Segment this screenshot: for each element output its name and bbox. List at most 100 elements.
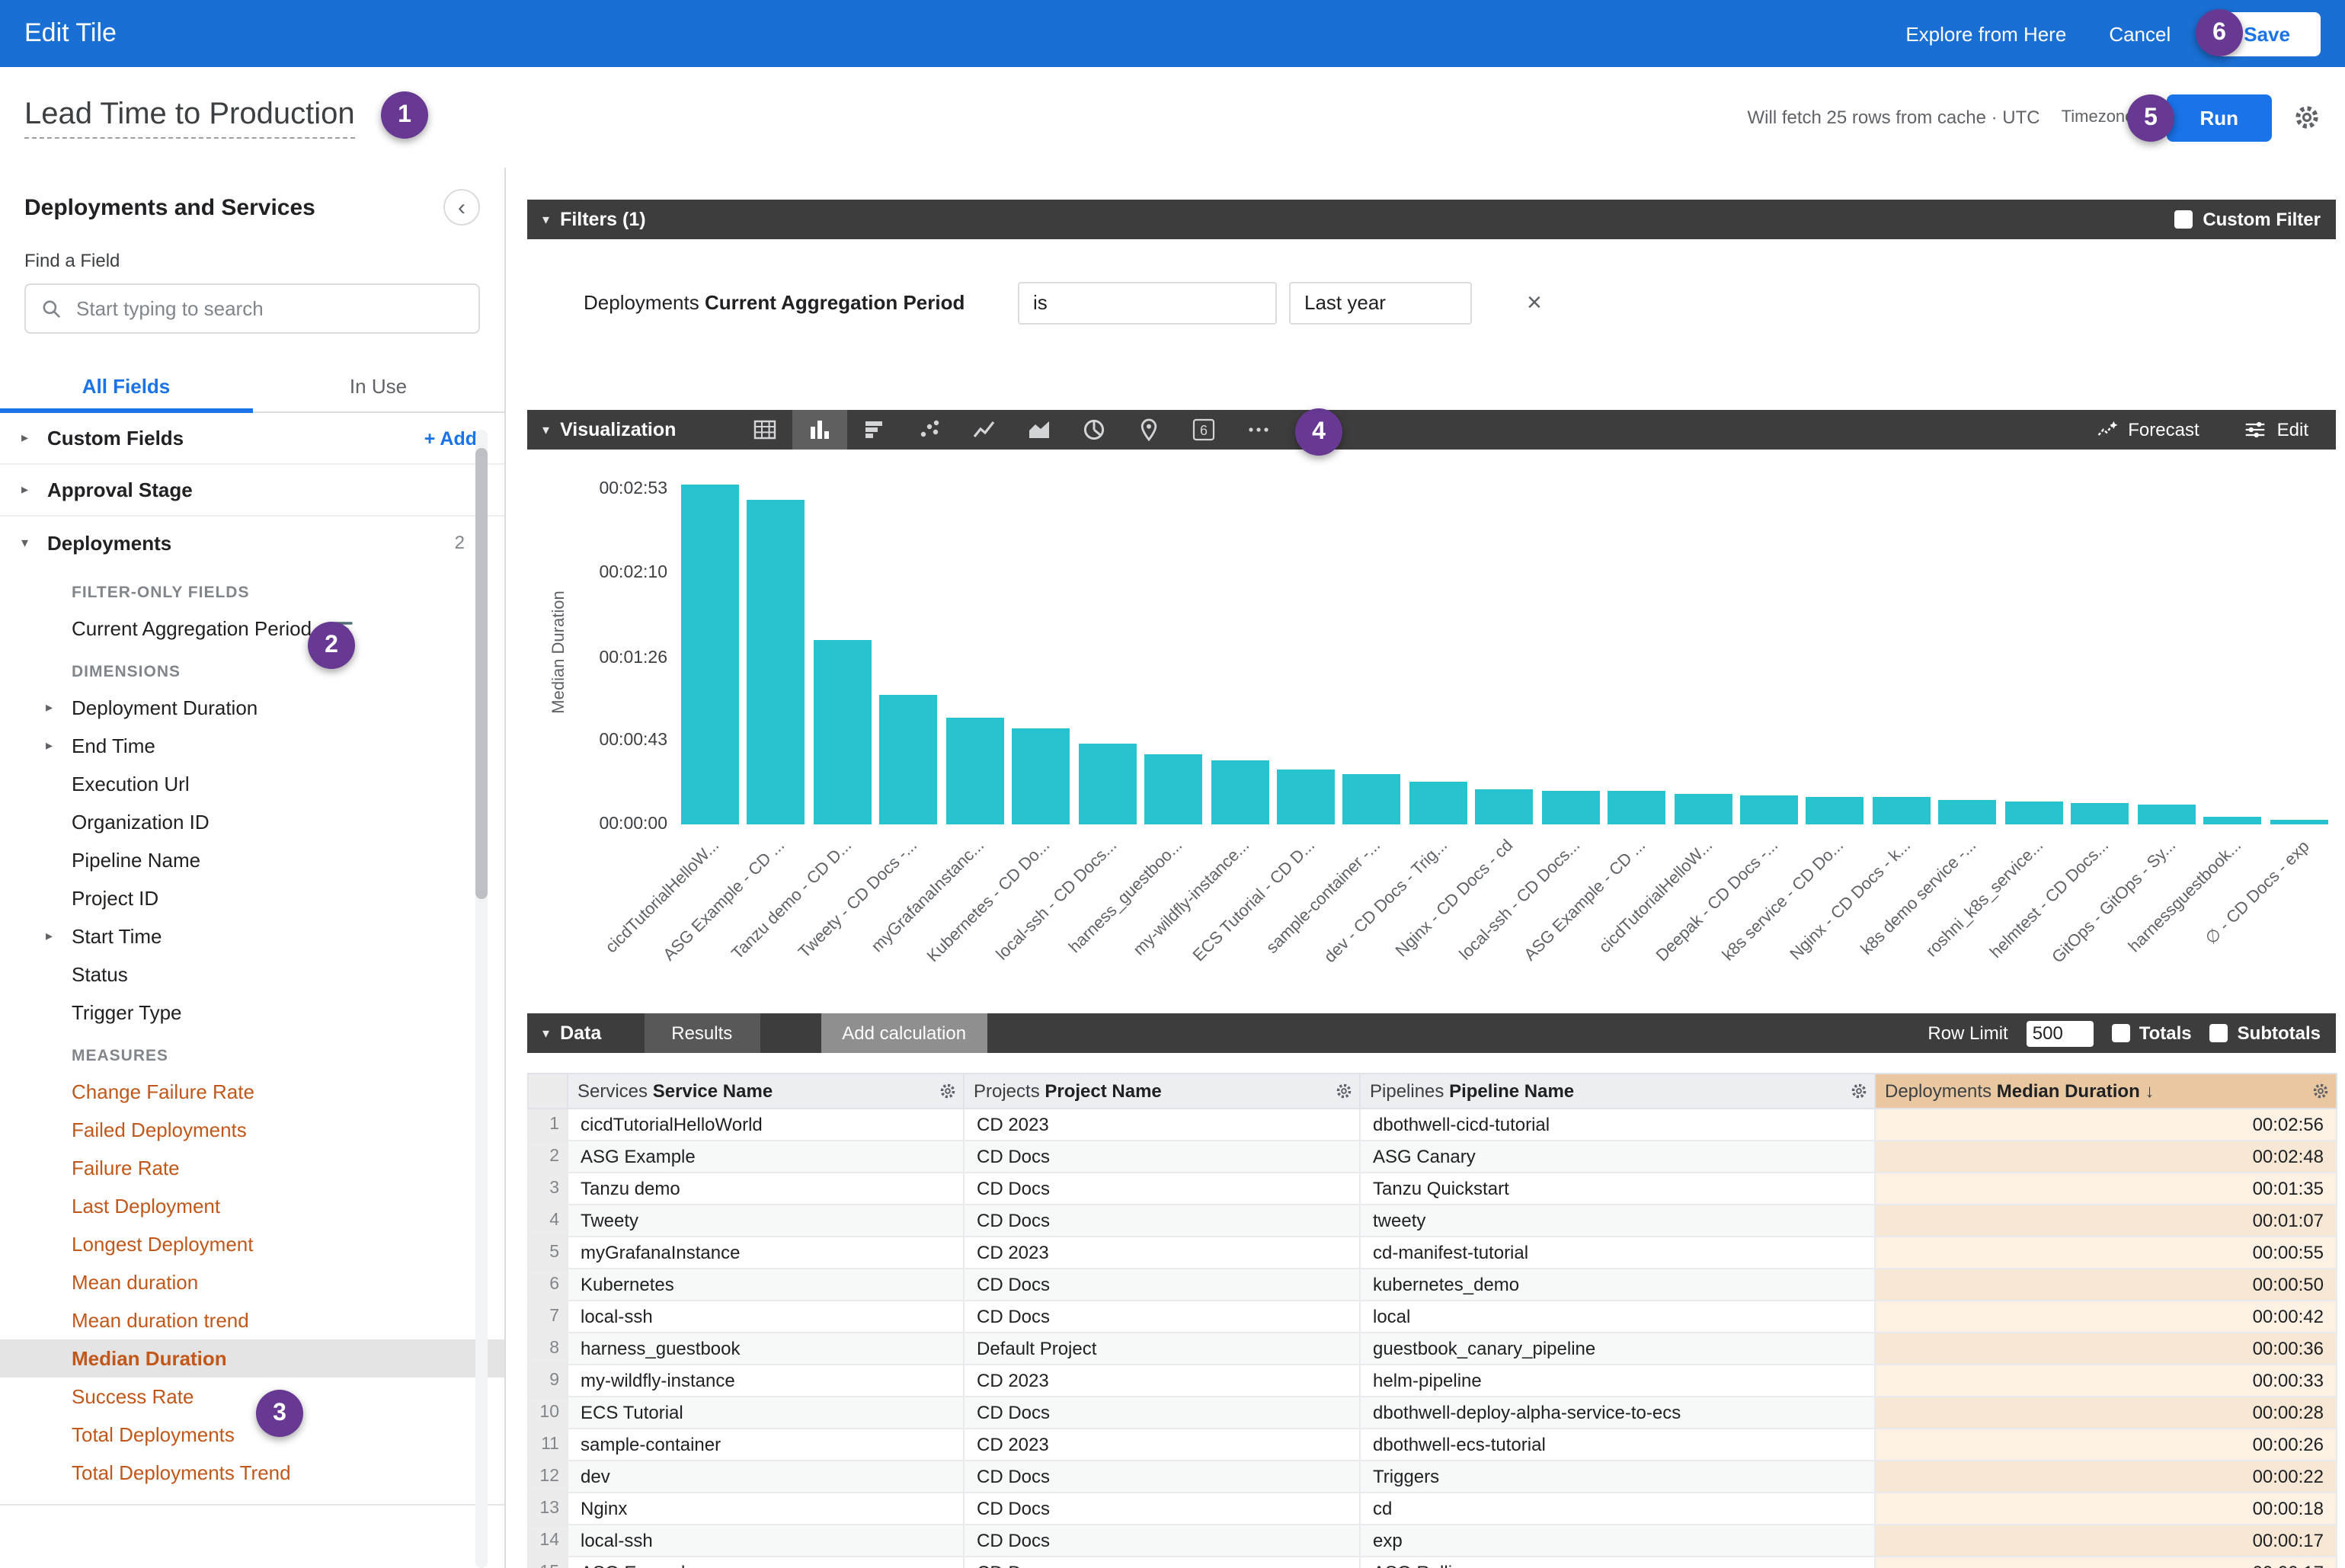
table-cell[interactable]: ASG Rolling xyxy=(1360,1557,1875,1568)
chart-bar[interactable] xyxy=(1409,782,1467,824)
tile-settings-gear-icon[interactable] xyxy=(2293,104,2321,131)
chart-bar[interactable] xyxy=(946,718,1004,824)
sidebar-field-failure-rate[interactable]: Failure Rate xyxy=(0,1149,504,1187)
table-cell[interactable]: CD Docs xyxy=(964,1493,1360,1525)
add-calculation-button[interactable]: Add calculation xyxy=(821,1013,987,1053)
table-cell[interactable]: Triggers xyxy=(1360,1461,1875,1493)
table-cell[interactable]: CD 2023 xyxy=(964,1237,1360,1269)
sidebar-field-status[interactable]: Status xyxy=(0,955,504,994)
tab-in-use[interactable]: In Use xyxy=(252,361,504,411)
table-cell[interactable]: ASG Canary xyxy=(1360,1141,1875,1173)
run-button[interactable]: Run xyxy=(2166,94,2272,141)
chart-bar[interactable] xyxy=(2071,803,2129,824)
sidebar-scrollbar-thumb[interactable] xyxy=(475,448,488,899)
sidebar-field-success-rate[interactable]: Success Rate xyxy=(0,1378,504,1416)
viz-type-scatter-plot-icon[interactable] xyxy=(901,410,956,450)
table-cell[interactable]: 00:00:17 xyxy=(1875,1525,2337,1557)
add-custom-field-link[interactable]: + Add xyxy=(424,427,477,449)
table-cell[interactable]: CD Docs xyxy=(964,1205,1360,1237)
table-cell[interactable]: Tanzu demo xyxy=(568,1173,964,1205)
sidebar-field-longest-deployment[interactable]: Longest Deployment xyxy=(0,1225,504,1263)
table-cell[interactable]: Tanzu Quickstart xyxy=(1360,1173,1875,1205)
table-cell[interactable]: 00:00:36 xyxy=(1875,1333,2337,1365)
sidebar-field-organization-id[interactable]: Organization ID xyxy=(0,803,504,841)
viz-type-area-chart-icon[interactable] xyxy=(1011,410,1066,450)
chart-bar[interactable] xyxy=(2203,817,2261,824)
chart-bar[interactable] xyxy=(747,499,805,824)
totals-checkbox[interactable] xyxy=(2112,1024,2130,1042)
filter-operator-select[interactable]: is xyxy=(1018,281,1277,324)
sidebar-group-deployments[interactable]: ▾Deployments2 xyxy=(0,517,504,568)
column-gear-icon[interactable] xyxy=(1850,1082,1868,1100)
column-gear-icon[interactable] xyxy=(2311,1082,2330,1100)
table-cell[interactable]: 00:01:35 xyxy=(1875,1173,2337,1205)
viz-type-single-value-icon[interactable]: 6 xyxy=(1176,410,1230,450)
search-input[interactable] xyxy=(76,297,463,320)
table-cell[interactable]: exp xyxy=(1360,1525,1875,1557)
chart-bar[interactable] xyxy=(1806,797,1864,824)
table-cell[interactable]: CD Docs xyxy=(964,1557,1360,1568)
chart-bar[interactable] xyxy=(2270,821,2327,824)
table-cell[interactable]: CD 2023 xyxy=(964,1109,1360,1141)
sidebar-field-total-deployments[interactable]: Total Deployments xyxy=(0,1416,504,1454)
chart-bar[interactable] xyxy=(1078,743,1136,824)
chart-bar[interactable] xyxy=(1211,760,1268,824)
chart-bar[interactable] xyxy=(1674,793,1732,824)
table-cell[interactable]: 00:00:55 xyxy=(1875,1237,2337,1269)
viz-type-more-icon[interactable] xyxy=(1230,410,1285,450)
table-cell[interactable]: CD 2023 xyxy=(964,1365,1360,1397)
viz-type-map-pin-icon[interactable] xyxy=(1121,410,1176,450)
chart-bar[interactable] xyxy=(1541,792,1599,824)
chart-bar[interactable] xyxy=(1277,770,1335,824)
chart-bar[interactable] xyxy=(1476,789,1534,824)
column-header-project-name[interactable]: Projects Project Name xyxy=(964,1074,1360,1109)
forecast-button[interactable]: Forecast xyxy=(2096,419,2199,440)
table-cell[interactable]: sample-container xyxy=(568,1429,964,1461)
collapse-visualization-icon[interactable]: ▾ xyxy=(542,421,549,438)
column-gear-icon[interactable] xyxy=(939,1082,957,1100)
filter-value-input[interactable]: Last year xyxy=(1289,281,1472,324)
table-cell[interactable]: myGrafanaInstance xyxy=(568,1237,964,1269)
table-cell[interactable]: CD Docs xyxy=(964,1461,1360,1493)
table-cell[interactable]: 00:00:42 xyxy=(1875,1301,2337,1333)
table-cell[interactable]: 00:00:50 xyxy=(1875,1269,2337,1301)
sidebar-field-trigger-type[interactable]: Trigger Type xyxy=(0,994,504,1032)
chart-bar[interactable] xyxy=(1873,797,1931,824)
viz-type-bar-chart-icon[interactable] xyxy=(846,410,901,450)
viz-type-pie-chart-icon[interactable] xyxy=(1066,410,1121,450)
viz-type-line-chart-icon[interactable] xyxy=(956,410,1011,450)
table-cell[interactable]: tweety xyxy=(1360,1205,1875,1237)
collapse-filters-icon[interactable]: ▾ xyxy=(542,211,549,228)
tile-title[interactable]: Lead Time to Production xyxy=(24,97,355,138)
table-cell[interactable]: CD Docs xyxy=(964,1301,1360,1333)
custom-filter-checkbox[interactable] xyxy=(2174,210,2192,229)
table-cell[interactable]: 00:02:48 xyxy=(1875,1141,2337,1173)
table-cell[interactable]: guestbook_canary_pipeline xyxy=(1360,1333,1875,1365)
table-cell[interactable]: cicdTutorialHelloWorld xyxy=(568,1109,964,1141)
table-cell[interactable]: dbothwell-ecs-tutorial xyxy=(1360,1429,1875,1461)
sidebar-field-current-aggregation-period[interactable]: Current Aggregation Period xyxy=(0,610,504,648)
chart-bar[interactable] xyxy=(1939,799,1997,824)
sidebar-field-execution-url[interactable]: Execution Url xyxy=(0,765,504,803)
sidebar-field-failed-deployments[interactable]: Failed Deployments xyxy=(0,1111,504,1149)
sidebar-field-mean-duration-trend[interactable]: Mean duration trend xyxy=(0,1301,504,1339)
sidebar-field-last-deployment[interactable]: Last Deployment xyxy=(0,1187,504,1225)
table-cell[interactable]: harness_guestbook xyxy=(568,1333,964,1365)
table-cell[interactable]: 00:01:07 xyxy=(1875,1205,2337,1237)
viz-type-table-icon[interactable] xyxy=(737,410,792,450)
table-cell[interactable]: dbothwell-cicd-tutorial xyxy=(1360,1109,1875,1141)
table-cell[interactable]: cd-manifest-tutorial xyxy=(1360,1237,1875,1269)
viz-type-column-chart-icon[interactable] xyxy=(792,410,846,450)
table-cell[interactable]: 00:00:17 xyxy=(1875,1557,2337,1568)
collapse-sidebar-button[interactable]: ‹ xyxy=(443,189,480,226)
table-cell[interactable]: dbothwell-deploy-alpha-service-to-ecs xyxy=(1360,1397,1875,1429)
table-cell[interactable]: 00:02:56 xyxy=(1875,1109,2337,1141)
table-cell[interactable]: CD Docs xyxy=(964,1141,1360,1173)
sidebar-group-approval-stage[interactable]: ▸Approval Stage xyxy=(0,465,504,517)
column-header-median-duration[interactable]: Deployments Median Duration ↓ xyxy=(1875,1074,2337,1109)
table-cell[interactable]: ECS Tutorial xyxy=(568,1397,964,1429)
table-cell[interactable]: CD Docs xyxy=(964,1397,1360,1429)
table-cell[interactable]: Default Project xyxy=(964,1333,1360,1365)
sidebar-field-start-time[interactable]: ▸Start Time xyxy=(0,917,504,955)
column-header-service-name[interactable]: Services Service Name xyxy=(568,1074,964,1109)
